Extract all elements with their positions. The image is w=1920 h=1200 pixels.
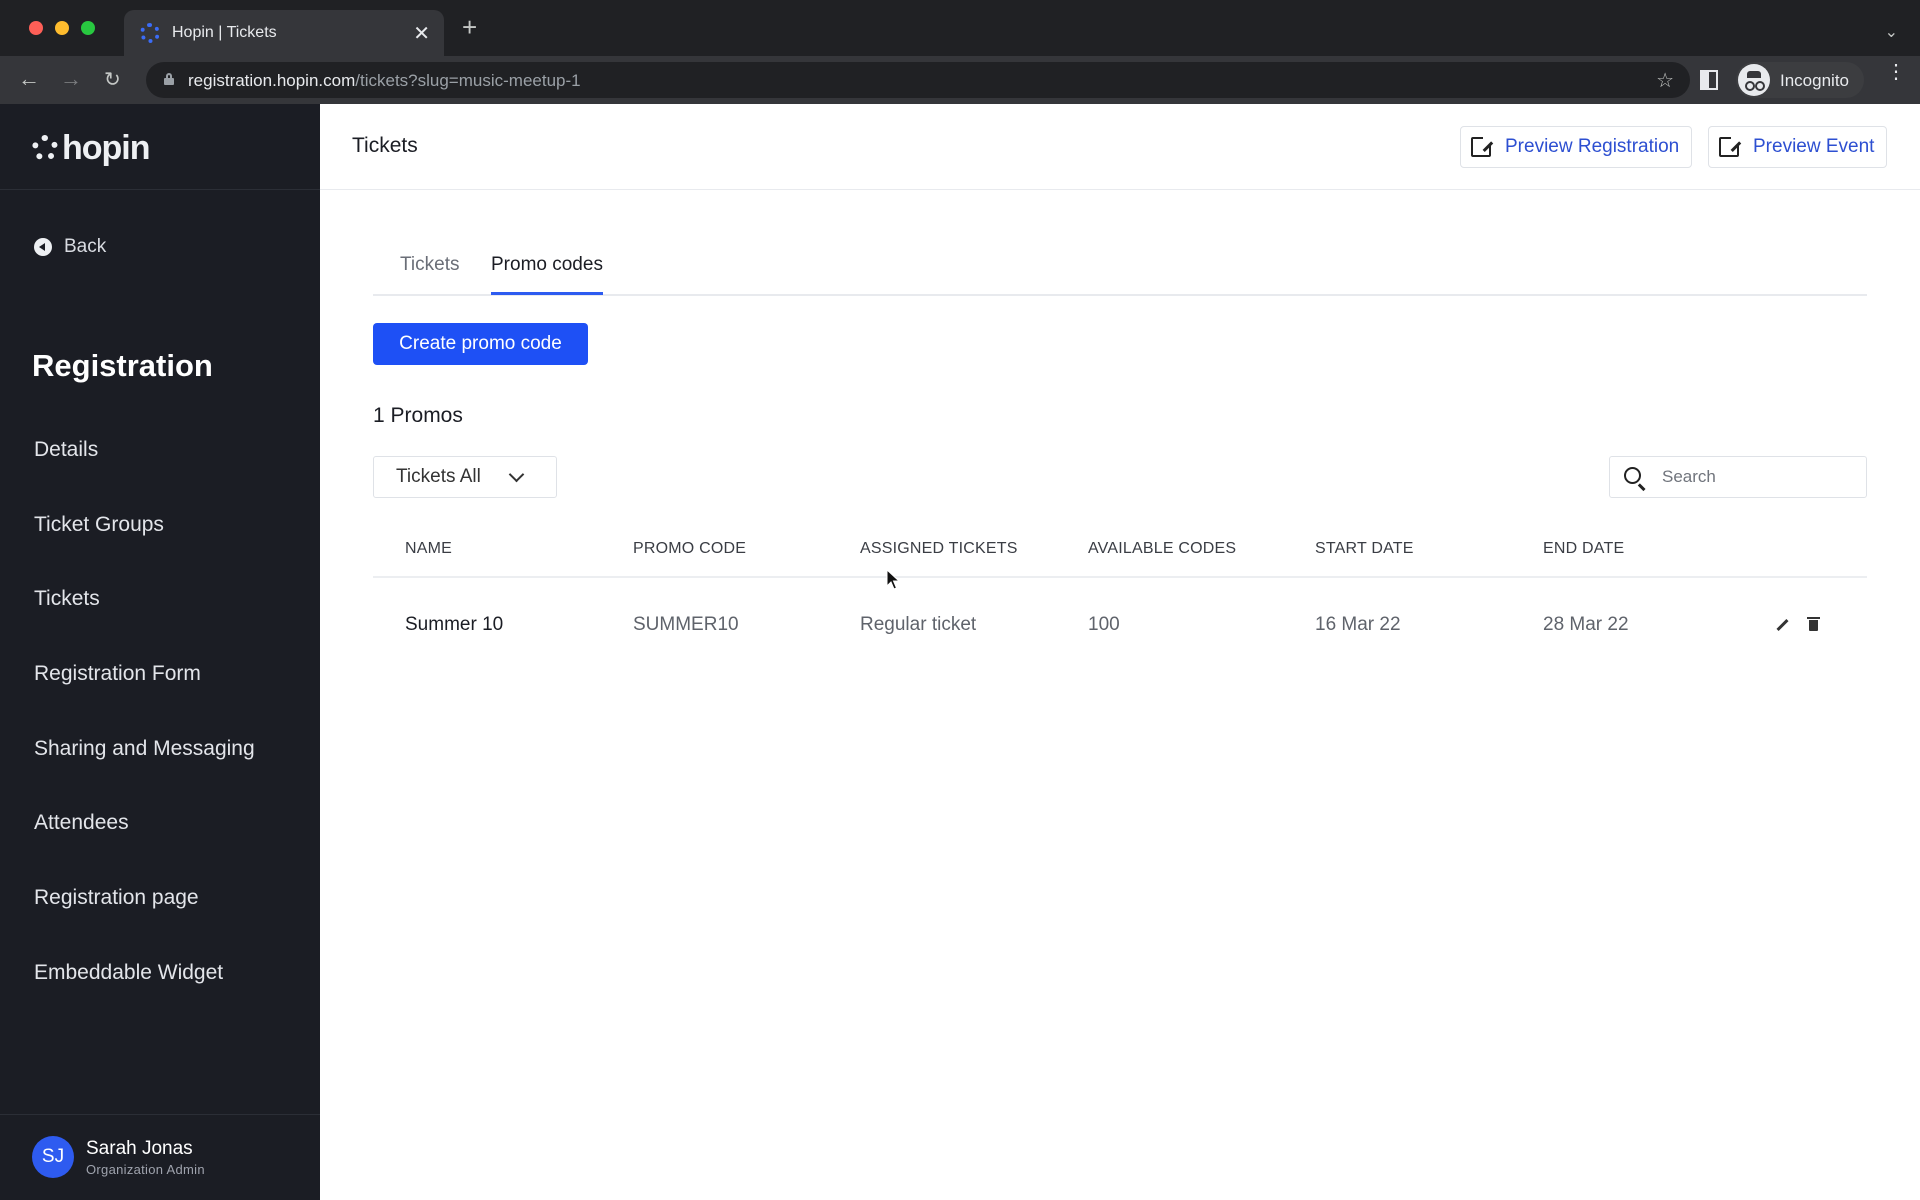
browser-titlebar: Hopin | Tickets ✕ + ⌄ <box>0 0 1920 56</box>
delete-trash-icon[interactable] <box>1807 617 1820 631</box>
search-input[interactable] <box>1662 457 1862 497</box>
page-header: Tickets Preview Registration Preview Eve… <box>320 104 1920 190</box>
tabs: Tickets Promo codes <box>373 254 1867 296</box>
promo-codes-table: NAME PROMO CODE ASSIGNED TICKETS AVAILAB… <box>373 516 1867 674</box>
hopin-logo[interactable]: hopin <box>32 128 151 168</box>
sidebar-item-attendees[interactable]: Attendees <box>34 811 255 886</box>
external-link-icon <box>1471 135 1493 157</box>
column-header-name[interactable]: NAME <box>405 540 452 558</box>
new-tab-icon[interactable]: + <box>462 14 477 40</box>
bookmark-star-icon[interactable]: ☆ <box>1656 68 1674 93</box>
mouse-cursor-icon <box>886 569 900 590</box>
url-host: registration.hopin.com <box>188 71 356 90</box>
maximize-window-button[interactable] <box>81 21 95 35</box>
avatar: SJ <box>32 1136 74 1178</box>
edit-pencil-icon[interactable] <box>1776 619 1789 632</box>
main-content: Tickets Preview Registration Preview Eve… <box>320 104 1920 1200</box>
minimize-window-button[interactable] <box>55 21 69 35</box>
user-divider <box>0 1114 320 1115</box>
app: hopin Back Registration Details Ticket G… <box>0 104 1920 1200</box>
table-header: NAME PROMO CODE ASSIGNED TICKETS AVAILAB… <box>373 516 1867 578</box>
search-icon <box>1624 467 1641 484</box>
page-title: Tickets <box>352 134 418 157</box>
browser-tab-title: Hopin | Tickets <box>172 24 277 41</box>
sidebar-item-details[interactable]: Details <box>34 438 255 513</box>
table-row: Summer 10 SUMMER10 Regular ticket 100 16… <box>373 578 1867 674</box>
logo-text: hopin <box>62 128 151 167</box>
preview-registration-label: Preview Registration <box>1505 136 1680 157</box>
reload-icon[interactable]: ↻ <box>104 67 121 92</box>
cell-assigned-tickets: Regular ticket <box>860 614 977 635</box>
filter-selected-value: Tickets All <box>396 466 481 487</box>
cell-end-date: 28 Mar 22 <box>1543 614 1629 635</box>
incognito-label: Incognito <box>1780 71 1849 90</box>
sidebar-nav: Details Ticket Groups Tickets Registrati… <box>34 438 255 1036</box>
browser-menu-icon[interactable]: ⋮ <box>1886 62 1906 82</box>
url-path: /tickets?slug=music-meetup-1 <box>355 71 581 90</box>
user-profile[interactable]: SJ Sarah Jonas Organization Admin <box>32 1136 205 1178</box>
hopin-favicon-icon <box>140 23 160 43</box>
back-arrow-icon[interactable]: ← <box>18 66 40 92</box>
side-panel-icon[interactable] <box>1700 70 1718 90</box>
close-window-button[interactable] <box>29 21 43 35</box>
browser-toolbar: ← → ↻ registration.hopin.com/tickets?slu… <box>0 56 1920 104</box>
preview-event-button[interactable]: Preview Event <box>1708 126 1888 168</box>
incognito-icon <box>1738 64 1770 96</box>
external-link-icon <box>1719 135 1741 157</box>
chevron-down-icon <box>508 466 525 483</box>
sidebar-divider <box>0 189 320 190</box>
create-promo-code-button[interactable]: Create promo code <box>373 323 588 365</box>
sidebar-item-registration-page[interactable]: Registration page <box>34 886 255 961</box>
incognito-profile-button[interactable]: Incognito <box>1736 62 1864 98</box>
column-header-available-codes[interactable]: AVAILABLE CODES <box>1088 540 1236 558</box>
cell-promo-code: SUMMER10 <box>633 614 739 635</box>
back-label: Back <box>64 236 107 257</box>
preview-registration-button[interactable]: Preview Registration <box>1460 126 1693 168</box>
sidebar: hopin Back Registration Details Ticket G… <box>0 104 320 1200</box>
column-header-end-date[interactable]: END DATE <box>1543 540 1624 558</box>
cell-start-date: 16 Mar 22 <box>1315 614 1401 635</box>
column-header-assigned-tickets[interactable]: ASSIGNED TICKETS <box>860 540 1018 558</box>
back-button[interactable]: Back <box>34 236 106 258</box>
column-header-promo-code[interactable]: PROMO CODE <box>633 540 746 558</box>
back-circle-icon <box>34 238 52 256</box>
tab-promo-codes[interactable]: Promo codes <box>491 254 603 295</box>
sidebar-item-sharing-and-messaging[interactable]: Sharing and Messaging <box>34 737 255 812</box>
browser-tab[interactable]: Hopin | Tickets ✕ <box>124 10 444 56</box>
promos-count: 1 Promos <box>373 404 463 427</box>
url-text[interactable]: registration.hopin.com/tickets?slug=musi… <box>188 71 581 91</box>
address-bar[interactable]: registration.hopin.com/tickets?slug=musi… <box>146 62 1690 98</box>
search-box <box>1609 456 1867 498</box>
preview-event-label: Preview Event <box>1753 136 1875 157</box>
hopin-logo-icon <box>32 135 58 161</box>
user-name: Sarah Jonas <box>86 1137 193 1159</box>
sidebar-section-title: Registration <box>32 348 213 383</box>
sidebar-item-embeddable-widget[interactable]: Embeddable Widget <box>34 961 255 1036</box>
user-role: Organization Admin <box>86 1161 205 1177</box>
lock-icon <box>164 73 174 85</box>
column-header-start-date[interactable]: START DATE <box>1315 540 1414 558</box>
sidebar-item-ticket-groups[interactable]: Ticket Groups <box>34 513 255 588</box>
tickets-filter-select[interactable]: Tickets All <box>373 456 557 498</box>
close-tab-icon[interactable]: ✕ <box>413 21 430 46</box>
cell-name: Summer 10 <box>405 614 504 635</box>
forward-arrow-icon[interactable]: → <box>60 66 82 92</box>
sidebar-item-registration-form[interactable]: Registration Form <box>34 662 255 737</box>
tab-tickets[interactable]: Tickets <box>400 254 459 292</box>
tab-search-chevron-icon[interactable]: ⌄ <box>1885 22 1898 42</box>
cell-available-codes: 100 <box>1088 614 1120 635</box>
sidebar-item-tickets[interactable]: Tickets <box>34 587 255 662</box>
